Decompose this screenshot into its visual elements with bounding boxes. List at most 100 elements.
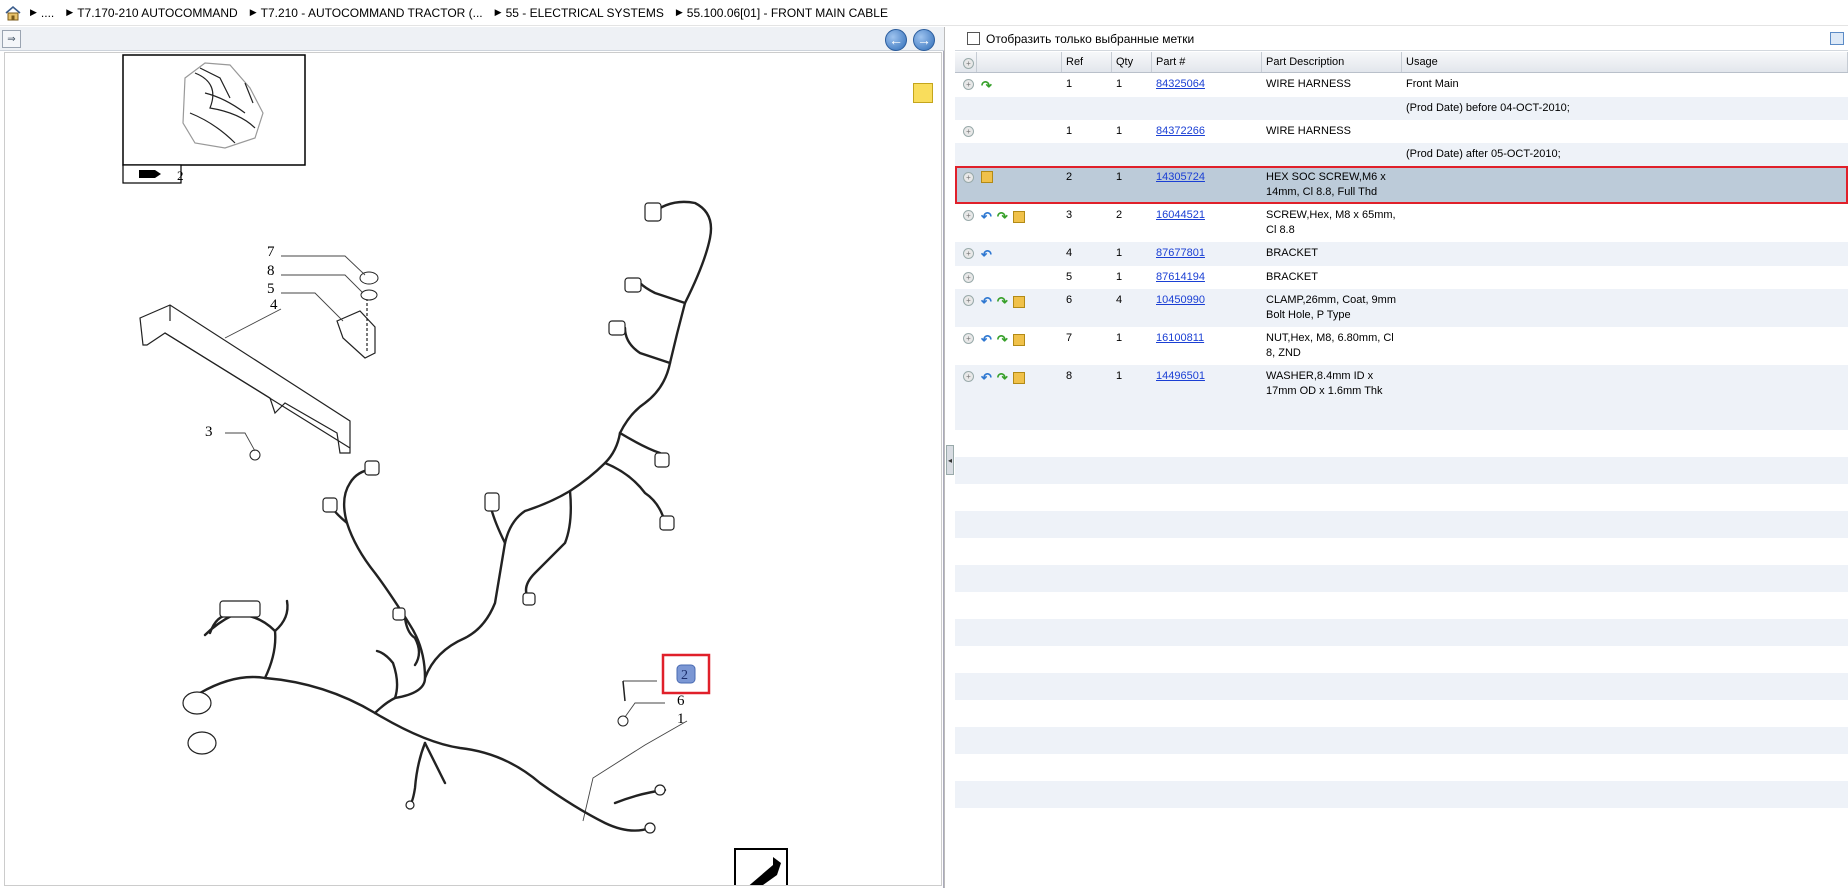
list-view-icon[interactable] — [1830, 32, 1844, 45]
callout-7: 7 — [267, 244, 275, 260]
usage-cell — [1402, 204, 1848, 242]
expand-all-icon[interactable]: + — [963, 58, 974, 69]
ref-cell — [1062, 143, 1112, 166]
table-row[interactable]: + ↶ ↷ 7 1 16100811 NUT,Hex, M8, 6.80mm, Cl 8, … — [955, 327, 1848, 365]
table-row[interactable]: +5 1 87614194 BRACKET — [955, 266, 1848, 289]
breadcrumb-item[interactable]: ▶ 55 - ELECTRICAL SYSTEMS — [495, 6, 664, 20]
expand-row-icon[interactable]: + — [963, 333, 974, 344]
breadcrumb-label: T7.170-210 AUTOCOMMAND — [77, 5, 238, 20]
part-number-link[interactable]: 87614194 — [1156, 271, 1205, 283]
callout-3: 3 — [205, 424, 213, 440]
expand-row-icon[interactable]: + — [963, 210, 974, 221]
ref-cell: 6 — [1066, 294, 1073, 306]
part-number-link[interactable]: 16100811 — [1156, 332, 1204, 344]
row-expand-cell[interactable]: + — [955, 266, 977, 289]
go-to-assembly-icon[interactable]: ↷ — [997, 332, 1008, 347]
table-row[interactable]: + ↶ 4 1 87677801 BRACKET — [955, 242, 1848, 266]
expand-row-icon[interactable]: + — [963, 79, 974, 90]
package-icon[interactable] — [1012, 210, 1025, 223]
note-icon[interactable] — [913, 83, 933, 103]
row-expand-cell[interactable]: + — [955, 365, 977, 403]
row-expand-cell[interactable]: + — [955, 327, 977, 365]
row-expand-cell[interactable]: + — [955, 204, 977, 242]
breadcrumb-item[interactable]: ▶ T7.170-210 AUTOCOMMAND — [66, 6, 237, 20]
row-icons-cell — [977, 120, 1062, 143]
breadcrumb-arrow-icon: ▶ — [66, 7, 74, 17]
description-cell: WIRE HARNESS — [1266, 78, 1351, 90]
row-expand-cell[interactable] — [955, 143, 977, 166]
row-expand-cell[interactable]: + — [955, 242, 977, 266]
part-number-link[interactable]: 84325064 — [1156, 78, 1205, 90]
table-row[interactable]: (Prod Date) after 05-OCT-2010; — [955, 143, 1848, 166]
where-used-icon[interactable]: ↶ — [981, 209, 992, 224]
expand-row-icon[interactable]: + — [963, 248, 974, 259]
table-row[interactable]: + ↷ 1 1 84325064 WIRE HARNESS Front Main — [955, 73, 1848, 97]
breadcrumb-item[interactable]: ▶.... — [30, 6, 54, 20]
expand-row-icon[interactable]: + — [963, 172, 974, 183]
ref-cell: 7 — [1066, 332, 1073, 344]
part-number-link[interactable]: 10450990 — [1156, 294, 1205, 306]
ref-cell: 4 — [1066, 247, 1073, 259]
part-number-link[interactable]: 16044521 — [1156, 209, 1205, 221]
show-selected-only-checkbox[interactable] — [967, 32, 980, 45]
where-used-icon[interactable]: ↶ — [981, 294, 992, 309]
ref-header[interactable]: Ref — [1062, 52, 1112, 72]
expand-panel-button[interactable]: ⇒ — [2, 30, 21, 48]
filter-label: Отобразить только выбранные метки — [986, 31, 1195, 46]
expand-row-icon[interactable]: + — [963, 295, 974, 306]
expand-row-icon[interactable]: + — [963, 371, 974, 382]
next-page-button[interactable]: → — [913, 29, 935, 51]
go-to-assembly-icon[interactable]: ↷ — [997, 294, 1008, 309]
row-expand-cell[interactable]: + — [955, 289, 977, 327]
package-icon[interactable] — [1012, 295, 1025, 308]
part-number-link[interactable]: 14496501 — [1156, 370, 1205, 382]
breadcrumb-bar: ▶.... ▶ T7.170-210 AUTOCOMMAND ▶ T7.210 - AU… — [0, 0, 1848, 26]
part-number-link[interactable]: 14305724 — [1156, 171, 1205, 183]
expand-row-icon[interactable]: + — [963, 126, 974, 137]
parts-drawing[interactable]: 2 7 8 5 4 3 6 1 2 — [4, 52, 942, 888]
part-description-header[interactable]: Part Description — [1262, 52, 1402, 72]
empty-row — [955, 619, 1848, 646]
row-expand-cell[interactable]: + — [955, 73, 977, 97]
table-row-selected[interactable]: +2 1 14305724 HEX SOC SCREW,M6 x 14mm, Cl 8… — [955, 166, 1848, 204]
ref-cell: 5 — [1066, 271, 1073, 283]
where-used-icon[interactable]: ↶ — [981, 370, 992, 385]
row-expand-cell[interactable]: + — [955, 120, 977, 143]
go-to-assembly-icon[interactable]: ↷ — [997, 370, 1008, 385]
table-row[interactable]: +1 1 84372266 WIRE HARNESS — [955, 120, 1848, 143]
empty-row — [955, 754, 1848, 781]
expand-row-icon[interactable]: + — [963, 272, 974, 283]
table-body: + ↷ 1 1 84325064 WIRE HARNESS Front Main (Prod … — [955, 73, 1848, 403]
usage-cell — [1402, 166, 1848, 204]
pane-splitter[interactable]: ◂ — [944, 27, 954, 888]
part-number-cell: 87677801 — [1152, 242, 1262, 266]
collapse-handle-icon[interactable]: ◂ — [946, 445, 954, 475]
package-icon[interactable] — [1012, 333, 1025, 346]
row-expand-cell[interactable]: + — [955, 166, 977, 204]
breadcrumb-item[interactable]: ▶ T7.210 - AUTOCOMMAND TRACTOR (... — [250, 6, 483, 20]
home-icon[interactable] — [4, 4, 22, 22]
empty-row — [955, 646, 1848, 673]
thumbnail-label: 2 — [177, 168, 184, 183]
table-empty-area — [955, 403, 1848, 835]
part-number-header[interactable]: Part # — [1152, 52, 1262, 72]
part-number-link[interactable]: 84372266 — [1156, 125, 1205, 137]
usage-header[interactable]: Usage — [1402, 52, 1848, 72]
row-expand-cell[interactable] — [955, 97, 977, 120]
package-icon[interactable] — [1012, 371, 1025, 384]
table-row[interactable]: + ↶ ↷ 3 2 16044521 SCREW,Hex, M8 x 65mm, Cl 8.… — [955, 204, 1848, 242]
where-used-icon[interactable]: ↶ — [981, 332, 992, 347]
go-to-assembly-icon[interactable]: ↷ — [997, 209, 1008, 224]
qty-header[interactable]: Qty — [1112, 52, 1152, 72]
table-row[interactable]: + ↶ ↷ 6 4 10450990 CLAMP,26mm, Coat, 9mm Bolt … — [955, 289, 1848, 327]
table-row[interactable]: + ↶ ↷ 8 1 14496501 WASHER,8.4mm ID x 17mm OD x… — [955, 365, 1848, 403]
part-number-link[interactable]: 87677801 — [1156, 247, 1205, 259]
breadcrumb-item[interactable]: ▶ 55.100.06[01] - FRONT MAIN CABLE — [676, 6, 888, 20]
go-to-assembly-icon[interactable]: ↷ — [981, 78, 992, 93]
package-icon[interactable] — [981, 171, 993, 183]
table-row[interactable]: (Prod Date) before 04-OCT-2010; — [955, 97, 1848, 120]
where-used-icon[interactable]: ↶ — [981, 247, 992, 262]
row-icons-cell — [977, 143, 1062, 166]
previous-page-button[interactable]: ← — [885, 29, 907, 51]
expand-all-header[interactable]: + — [955, 52, 977, 72]
